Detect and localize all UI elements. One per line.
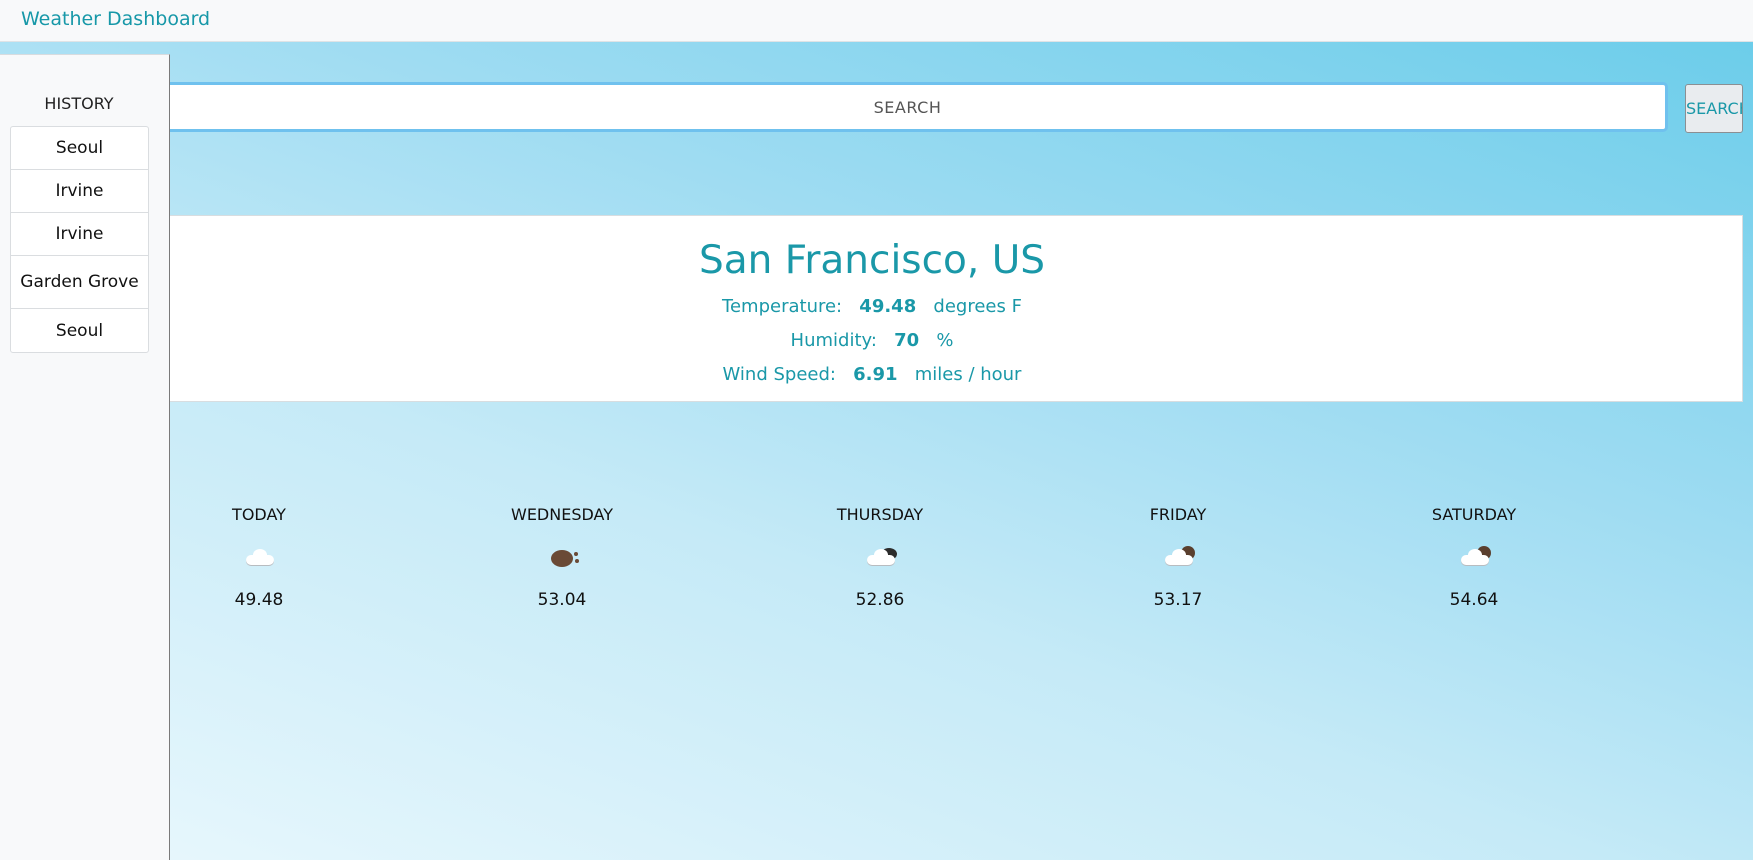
- temperature-unit: degrees F: [933, 296, 1022, 317]
- forecast-temp: 49.48: [234, 590, 284, 610]
- humidity-label: Humidity:: [790, 330, 877, 351]
- forecast-day-name: WEDNESDAY: [511, 505, 613, 524]
- dark-cloud-icon: [805, 545, 955, 573]
- partly-cloudy-icon: [1399, 545, 1549, 573]
- wind-row: Wind Speed: 6.91 miles / hour: [170, 364, 1574, 385]
- forecast-day-name: THURSDAY: [836, 505, 924, 524]
- humidity-row: Humidity: 70 %: [170, 330, 1574, 351]
- history-item[interactable]: Seoul: [11, 127, 148, 170]
- wind-value: 6.91: [853, 364, 898, 385]
- humidity-unit: %: [936, 330, 954, 351]
- history-item[interactable]: Seoul: [11, 309, 148, 352]
- search-input[interactable]: [150, 82, 1668, 132]
- city-name: San Francisco, US: [698, 238, 1045, 283]
- history-title: HISTORY: [44, 94, 114, 113]
- forecast-day-name: SATURDAY: [1431, 505, 1517, 524]
- main-area: [0, 42, 1753, 860]
- forecast-day-name: TODAY: [232, 505, 286, 524]
- app-title[interactable]: Weather Dashboard: [21, 8, 210, 30]
- history-item[interactable]: Irvine: [11, 170, 148, 213]
- forecast-temp: 54.64: [1449, 590, 1499, 610]
- history-item[interactable]: Irvine: [11, 213, 148, 256]
- forecast-day: THURSDAY 52.86: [805, 505, 955, 610]
- forecast-day: SATURDAY 54.64: [1399, 505, 1549, 610]
- humidity-value: 70: [894, 330, 920, 351]
- history-sidebar: HISTORY Seoul Irvine Irvine Garden Grove…: [0, 54, 170, 860]
- forecast-day: TODAY 49.48: [184, 505, 334, 610]
- forecast-day: FRIDAY 53.17: [1103, 505, 1253, 610]
- search-button[interactable]: SEARCH: [1685, 84, 1743, 133]
- history-list: Seoul Irvine Irvine Garden Grove Seoul: [10, 126, 149, 353]
- forecast-day-name: FRIDAY: [1149, 505, 1207, 524]
- history-item[interactable]: Garden Grove: [11, 256, 148, 309]
- temperature-label: Temperature:: [722, 296, 843, 317]
- wind-unit: miles / hour: [914, 364, 1022, 385]
- rain-icon: [487, 545, 637, 573]
- forecast-temp: 53.17: [1153, 590, 1203, 610]
- temperature-row: Temperature: 49.48 degrees F: [170, 296, 1574, 317]
- partly-cloudy-icon: [1103, 545, 1253, 573]
- cloud-icon: [184, 545, 334, 573]
- forecast-day: WEDNESDAY 53.04: [487, 505, 637, 610]
- wind-label: Wind Speed:: [722, 364, 836, 385]
- forecast-temp: 53.04: [537, 590, 587, 610]
- current-weather-card: San Francisco, US Temperature: 49.48 deg…: [170, 215, 1743, 402]
- forecast-temp: 52.86: [855, 590, 905, 610]
- temperature-value: 49.48: [859, 296, 917, 317]
- navbar: Weather Dashboard: [0, 0, 1753, 42]
